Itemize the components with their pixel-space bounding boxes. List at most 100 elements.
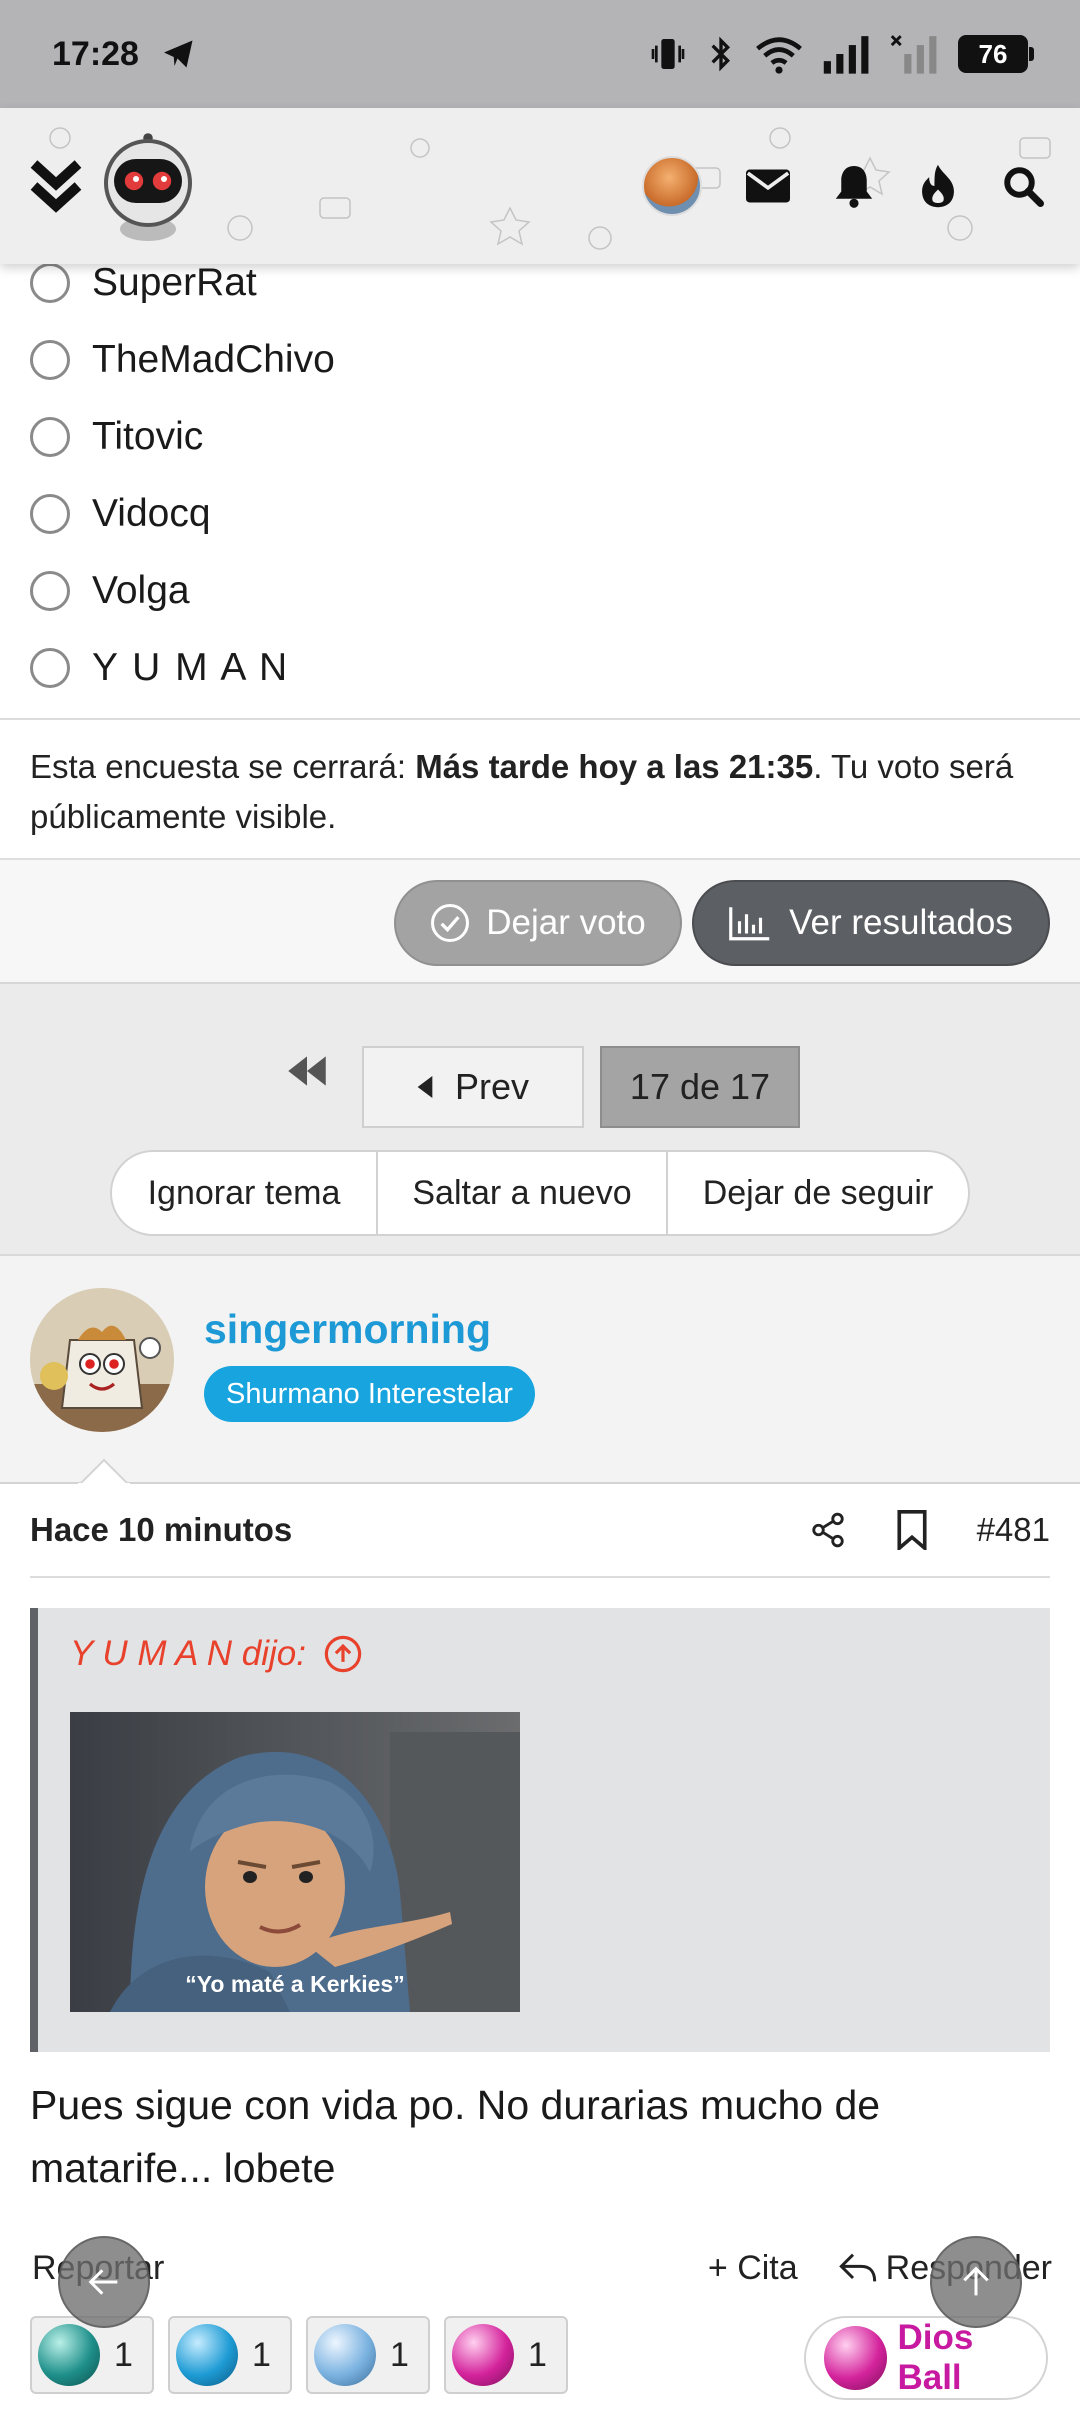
poll-options: SuperRat TheMadChivo Titovic Vidocq Volg…: [0, 261, 1080, 706]
prev-label: Prev: [454, 1066, 530, 1107]
caret-left-icon: [417, 1076, 433, 1098]
poll-option-label: Volga: [92, 568, 190, 612]
poll-close-time: Más tarde hoy a las 21:35: [415, 748, 814, 785]
bar-chart-icon: [729, 907, 770, 941]
author-username[interactable]: singermorning: [204, 1306, 491, 1353]
jump-to-new-button[interactable]: Saltar a nuevo: [378, 1152, 668, 1234]
battery-level: 76: [978, 38, 1008, 69]
ignore-topic-button[interactable]: Ignorar tema: [112, 1152, 378, 1234]
author-title: Shurmano Interestelar: [226, 1377, 513, 1410]
reaction-magenta[interactable]: 1: [444, 2316, 568, 2394]
blue-gem-icon: [176, 2324, 238, 2386]
quote-author[interactable]: Y U M A N dijo:: [70, 1634, 306, 1674]
reaction-count: 1: [114, 2335, 133, 2374]
vibrate-icon: [651, 39, 685, 69]
post-author-card: singermorning Shurmano Interestelar: [0, 1256, 1080, 1484]
page-label: 17 de 17: [629, 1066, 771, 1107]
unfollow-label: Dejar de seguir: [702, 1173, 934, 1212]
first-page-icon[interactable]: [282, 1046, 332, 1096]
author-avatar[interactable]: [30, 1288, 174, 1432]
bluetooth-icon: [711, 36, 731, 72]
quote-header: Y U M A N dijo:: [70, 1634, 362, 1674]
poll-info-prefix: Esta encuesta se cerrará:: [30, 748, 416, 785]
double-chevron-down-icon[interactable]: [28, 156, 84, 216]
unfollow-button[interactable]: Dejar de seguir: [668, 1152, 968, 1234]
pagination: Prev 17 de 17 Ignorar tema Saltar a nuev…: [0, 984, 1080, 1256]
bell-icon[interactable]: [834, 164, 874, 208]
magenta-gem-icon: [452, 2324, 514, 2386]
page: 17:28 76 SuperRat TheMadChivo Titovic Vi…: [0, 0, 1080, 2412]
poll-option[interactable]: Volga: [0, 552, 1080, 629]
radio-button[interactable]: [30, 570, 70, 611]
post-meta: Hace 10 minutos #481: [30, 1484, 1050, 1578]
post-number[interactable]: #481: [977, 1511, 1050, 1549]
poll-option[interactable]: Vidocq: [0, 475, 1080, 552]
dios-ball-button[interactable]: Dios Ball: [804, 2316, 1048, 2400]
dios-ball-label: Dios Ball: [897, 2318, 974, 2397]
vote-button-label: Dejar voto: [486, 903, 646, 942]
prev-page-button[interactable]: Prev: [362, 1046, 584, 1128]
wifi-icon: [756, 37, 802, 74]
bookmark-icon[interactable]: [895, 1510, 929, 1550]
poll-option-label: TheMadChivo: [92, 337, 335, 381]
view-results-label: Ver resultados: [789, 903, 1013, 942]
quote-link[interactable]: + Cita: [708, 2249, 798, 2288]
signal-icon: [823, 36, 869, 74]
arrow-up-circle-icon[interactable]: [324, 1635, 362, 1673]
radio-button[interactable]: [30, 416, 70, 457]
user-avatar[interactable]: [642, 156, 702, 216]
reaction-light-blue[interactable]: 1: [306, 2316, 430, 2394]
vote-button[interactable]: Dejar voto: [394, 880, 682, 966]
envelope-icon[interactable]: [746, 168, 790, 204]
radio-button[interactable]: [30, 493, 70, 534]
poll-option-label: Vidocq: [92, 491, 211, 535]
poll-option[interactable]: Titovic: [0, 398, 1080, 475]
radio-button[interactable]: [30, 647, 70, 688]
post-timestamp: Hace 10 minutos: [30, 1511, 293, 1548]
quoted-image[interactable]: “Yo maté a Kerkies”: [70, 1712, 520, 2012]
search-icon[interactable]: [1002, 165, 1044, 207]
poll-option[interactable]: Y U M A N: [0, 629, 1080, 706]
poll-option-label: Y U M A N: [92, 645, 290, 689]
robot-logo[interactable]: [98, 131, 198, 241]
reaction-count: 1: [528, 2335, 547, 2374]
topic-actions: Ignorar tema Saltar a nuevo Dejar de seg…: [110, 1150, 970, 1236]
flame-icon[interactable]: [918, 163, 958, 209]
post-body: Pues sigue con vida po. No durarias much…: [30, 2082, 881, 2191]
avatar-image: [30, 1288, 174, 1432]
status-time: 17:28: [52, 34, 139, 73]
signal-off-icon: [890, 35, 937, 74]
check-circle-icon: [431, 904, 470, 942]
arrow-up-icon: [963, 2266, 989, 2296]
battery-indicator: 76: [958, 35, 1034, 73]
light-blue-gem-icon: [314, 2324, 376, 2386]
app-header: [0, 108, 1080, 264]
reactions-bar: 1 1 1 1: [30, 2316, 568, 2394]
current-page-indicator[interactable]: 17 de 17: [600, 1046, 800, 1128]
teal-gem-icon: [38, 2324, 100, 2386]
poll-actions: Dejar voto Ver resultados: [0, 858, 1080, 984]
post-footer: Reportar + Cita Responder: [32, 2238, 1052, 2298]
telegram-icon: [163, 40, 193, 68]
reaction-teal[interactable]: 1: [30, 2316, 154, 2394]
quoted-image-art: [70, 1712, 520, 2012]
scroll-top-fab[interactable]: [930, 2236, 1022, 2328]
poll-close-info: Esta encuesta se cerrará: Más tarde hoy …: [0, 718, 1080, 858]
back-fab[interactable]: [58, 2236, 150, 2328]
arrow-left-icon: [88, 2269, 118, 2295]
reply-arrow-icon: [838, 2253, 876, 2282]
ignore-topic-label: Ignorar tema: [147, 1173, 341, 1212]
view-results-button[interactable]: Ver resultados: [692, 880, 1050, 966]
status-bar: 17:28 76: [0, 0, 1080, 108]
poll-option-label: Titovic: [92, 414, 204, 458]
quote-block: Y U M A N dijo: “Yo maté a Kerkies”: [30, 1608, 1050, 2052]
reaction-blue[interactable]: 1: [168, 2316, 292, 2394]
share-icon[interactable]: [809, 1510, 847, 1550]
reaction-count: 1: [390, 2335, 409, 2374]
radio-button[interactable]: [30, 339, 70, 380]
magenta-gem-icon: [824, 2326, 888, 2390]
author-title-badge: Shurmano Interestelar: [204, 1366, 535, 1422]
poll-option[interactable]: TheMadChivo: [0, 321, 1080, 398]
radio-button[interactable]: [30, 262, 70, 303]
card-pointer: [78, 1458, 130, 1486]
